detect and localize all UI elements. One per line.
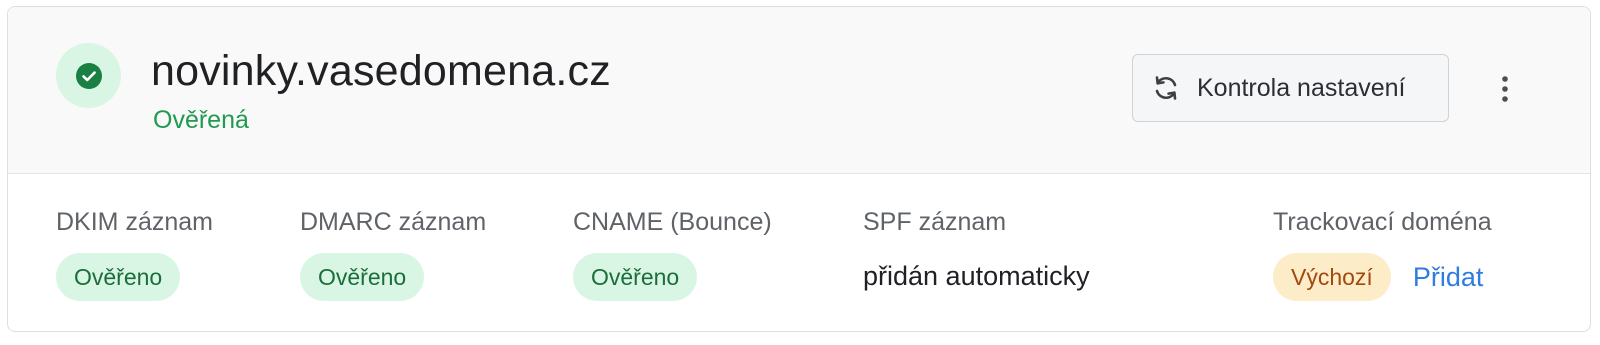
- record-label: DMARC záznam: [300, 208, 487, 236]
- default-badge: Výchozí: [1273, 253, 1391, 301]
- domain-name: novinky.vasedomena.cz: [151, 47, 611, 95]
- record-dmarc: DMARC záznam Ověřeno: [300, 207, 486, 301]
- record-cname: CNAME (Bounce) Ověřeno: [573, 207, 772, 301]
- status-badge: Ověřeno: [300, 253, 425, 301]
- dns-records: DKIM záznam Ověřeno DMARC záznam Ověřeno…: [8, 174, 1590, 331]
- check-circle-icon: [56, 43, 121, 108]
- status-badge: Ověřeno: [573, 253, 698, 301]
- tracking-row: Výchozí Přidat: [1273, 253, 1492, 301]
- record-spf: SPF záznam přidán automaticky: [863, 207, 1090, 293]
- check-settings-button[interactable]: Kontrola nastavení: [1132, 54, 1449, 122]
- status-badge: Ověřeno: [56, 253, 181, 301]
- record-label: DKIM záznam: [56, 208, 213, 236]
- check-settings-label: Kontrola nastavení: [1197, 73, 1406, 102]
- domain-card-header: novinky.vasedomena.cz Ověřená Kontrola n…: [8, 7, 1590, 174]
- kebab-menu-icon[interactable]: [1488, 67, 1522, 111]
- record-label: SPF záznam: [863, 208, 1007, 236]
- record-dkim: DKIM záznam Ověřeno: [56, 207, 213, 301]
- record-tracking-domain: Trackovací doména Výchozí Přidat: [1273, 207, 1492, 301]
- domain-status: Ověřená: [153, 106, 249, 134]
- add-tracking-domain-link[interactable]: Přidat: [1413, 262, 1484, 293]
- domain-card: novinky.vasedomena.cz Ověřená Kontrola n…: [7, 6, 1591, 332]
- record-value: přidán automaticky: [863, 261, 1090, 291]
- record-label: CNAME (Bounce): [573, 208, 772, 236]
- refresh-icon: [1151, 73, 1181, 103]
- record-label: Trackovací doména: [1273, 208, 1492, 236]
